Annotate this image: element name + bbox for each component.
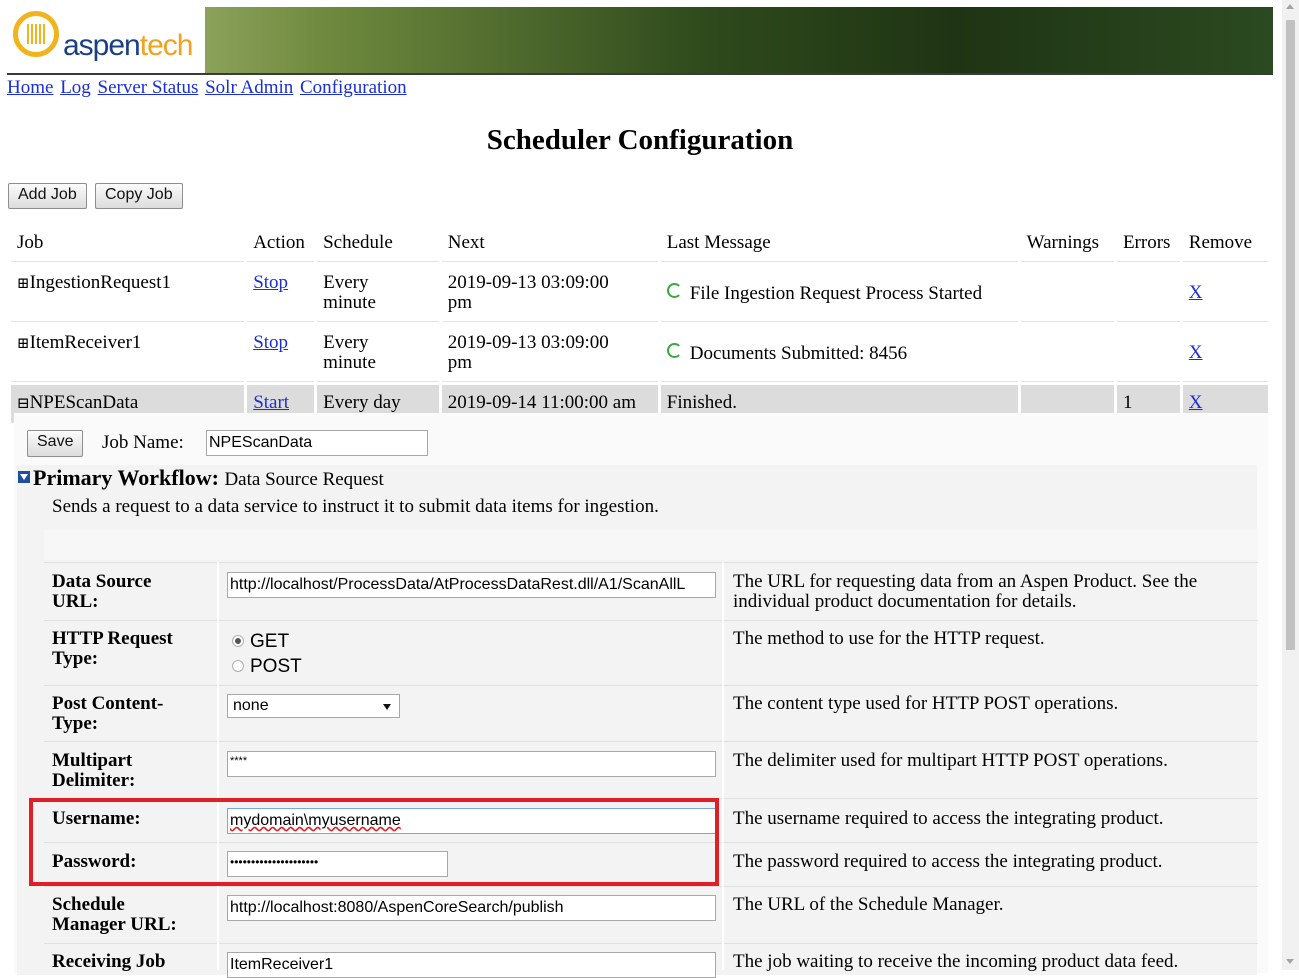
- password-desc: The password required to access the inte…: [733, 851, 1163, 872]
- logo-text: aspentech: [63, 29, 193, 62]
- workflow-description: Sends a request to a data service to ins…: [52, 496, 659, 517]
- job-name: NPEScanData: [29, 392, 139, 413]
- header-banner: aspentech: [7, 7, 1273, 75]
- nav-log-link[interactable]: Log: [60, 77, 91, 98]
- chevron-down-icon: [383, 704, 391, 710]
- nav-server-status-link[interactable]: Server Status: [98, 77, 199, 98]
- save-button[interactable]: Save: [27, 430, 84, 457]
- expand-icon[interactable]: ⊞: [17, 336, 30, 352]
- collapse-icon[interactable]: ⊟: [17, 396, 30, 412]
- warnings-cell: [1020, 265, 1114, 322]
- stop-link[interactable]: Stop: [253, 332, 288, 353]
- remove-link[interactable]: X: [1189, 342, 1203, 363]
- col-header-last-message: Last Message: [660, 225, 1018, 262]
- nav-configuration-link[interactable]: Configuration: [300, 77, 407, 98]
- job-name: IngestionRequest1: [29, 272, 172, 293]
- radio-get[interactable]: GET: [232, 631, 289, 653]
- next-cell: 2019-09-13 03:09:00 pm: [441, 325, 658, 382]
- schedule-cell: Every minute: [317, 325, 439, 382]
- post-content-type-desc: The content type used for HTTP POST oper…: [733, 693, 1119, 714]
- job-name: ItemReceiver1: [29, 332, 142, 353]
- table-row: ⊞ItemReceiver1 Stop Every minute 2019-09-…: [11, 325, 1268, 382]
- receiving-job-input[interactable]: ItemReceiver1: [227, 952, 716, 978]
- collapse-triangle-icon[interactable]: [18, 471, 30, 483]
- content-type-select[interactable]: none: [227, 694, 400, 718]
- radio-post-icon[interactable]: [232, 660, 244, 672]
- schedule-cell: Every minute: [317, 265, 439, 322]
- schedule-manager-url-label: Schedule Manager URL:: [52, 894, 177, 935]
- http-request-type-label: HTTP Request Type:: [52, 628, 173, 669]
- receiving-job-desc: The job waiting to receive the incoming …: [733, 951, 1179, 972]
- col-header-schedule: Schedule: [317, 225, 439, 262]
- message-cell: Documents Submitted: 8456: [660, 325, 1018, 382]
- stop-link[interactable]: Stop: [253, 272, 288, 293]
- start-link[interactable]: Start: [253, 392, 289, 413]
- scroll-down-arrow-icon[interactable]: [1286, 959, 1294, 964]
- post-content-type-label: Post Content- Type:: [52, 693, 164, 734]
- col-header-errors: Errors: [1116, 225, 1180, 262]
- errors-cell: [1116, 265, 1180, 322]
- data-source-url-label: Data Source URL:: [52, 571, 152, 612]
- job-cell: ⊞IngestionRequest1: [11, 265, 245, 322]
- col-header-job: Job: [11, 225, 245, 262]
- nav-solr-admin-link[interactable]: Solr Admin: [205, 77, 293, 98]
- blank-row: [44, 530, 1258, 560]
- schedule-manager-url-desc: The URL of the Schedule Manager.: [733, 894, 1004, 915]
- job-name-label: Job Name:: [102, 432, 184, 453]
- banner-divider: [7, 73, 1273, 75]
- errors-cell: [1116, 325, 1180, 382]
- radio-post[interactable]: POST: [232, 656, 302, 678]
- scroll-up-arrow-icon[interactable]: [1286, 4, 1294, 9]
- add-job-button[interactable]: Add Job: [8, 183, 87, 209]
- running-spinner-icon: [666, 282, 682, 298]
- nav-home-link[interactable]: Home: [7, 77, 53, 98]
- copy-job-button[interactable]: Copy Job: [95, 183, 183, 209]
- warnings-cell: [1020, 325, 1114, 382]
- data-source-url-desc: The URL for requesting data from an Aspe…: [733, 571, 1198, 612]
- message-cell: File Ingestion Request Process Started: [660, 265, 1018, 322]
- page-title: Scheduler Configuration: [486, 124, 794, 156]
- multipart-delimiter-input[interactable]: ****: [227, 751, 716, 777]
- data-source-url-input[interactable]: http://localhost/ProcessData/AtProcessDa…: [227, 572, 716, 598]
- multipart-delimiter-desc: The delimiter used for multipart HTTP PO…: [733, 750, 1168, 771]
- remove-link[interactable]: X: [1189, 282, 1203, 303]
- table-row: ⊞IngestionRequest1 Stop Every minute 2019…: [11, 265, 1268, 322]
- job-cell: ⊞ItemReceiver1: [11, 325, 245, 382]
- schedule-manager-url-input[interactable]: http://localhost:8080/AspenCoreSearch/pu…: [227, 895, 716, 921]
- workflow-header: Primary Workflow: Data Source Request: [18, 465, 384, 491]
- http-request-type-desc: The method to use for the HTTP request.: [733, 628, 1045, 649]
- expand-icon[interactable]: ⊞: [17, 276, 30, 292]
- job-name-input[interactable]: NPEScanData: [206, 430, 428, 456]
- receiving-job-label: Receiving Job: [52, 951, 166, 972]
- vertical-scrollbar[interactable]: [1282, 0, 1299, 970]
- remove-link[interactable]: X: [1189, 392, 1203, 413]
- next-cell: 2019-09-13 03:09:00 pm: [441, 265, 658, 322]
- highlight-box: [29, 798, 719, 886]
- nav-bar: Home Log Server Status Solr Admin Config…: [7, 77, 409, 99]
- logo-icon: [13, 11, 59, 57]
- col-header-next: Next: [441, 225, 658, 262]
- multipart-delimiter-label: Multipart Delimiter:: [52, 750, 136, 791]
- jobs-table: Job Action Schedule Next Last Message Wa…: [8, 222, 1271, 426]
- username-desc: The username required to access the inte…: [733, 808, 1164, 829]
- workflow-type: Data Source Request: [224, 469, 384, 490]
- scrollbar-thumb[interactable]: [1286, 20, 1295, 650]
- col-header-warnings: Warnings: [1020, 225, 1114, 262]
- col-header-action: Action: [247, 225, 315, 262]
- radio-get-icon[interactable]: [232, 635, 244, 647]
- running-spinner-icon: [666, 342, 682, 358]
- logo: aspentech: [7, 7, 205, 75]
- col-header-remove: Remove: [1182, 225, 1268, 262]
- table-header-row: Job Action Schedule Next Last Message Wa…: [11, 225, 1268, 262]
